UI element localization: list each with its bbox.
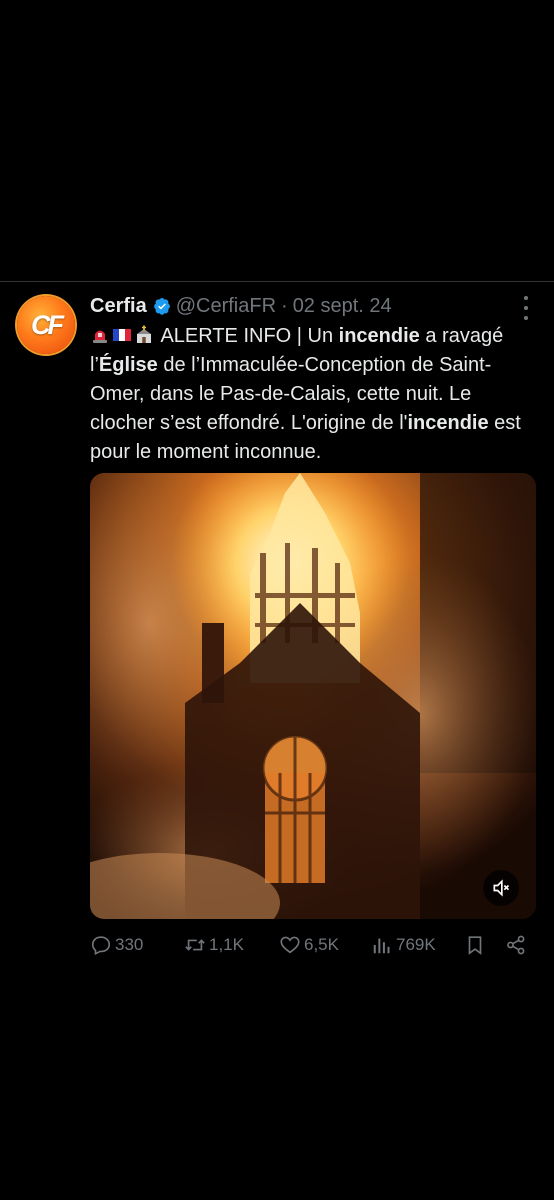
avatar[interactable]: CF: [17, 296, 75, 354]
repost-icon: [185, 939, 205, 951]
reply-button[interactable]: 330: [90, 932, 143, 958]
tweet-date[interactable]: 02 sept. 24: [293, 295, 392, 318]
share-button[interactable]: [505, 932, 527, 958]
reply-count: 330: [115, 935, 144, 954]
burning-church-image: [90, 473, 536, 919]
view-count: 769K: [396, 935, 436, 954]
share-icon: [507, 935, 525, 955]
user-handle[interactable]: @CerfiaFR: [176, 295, 276, 318]
bookmark-icon: [468, 936, 482, 955]
repost-count: 1,1K: [209, 935, 244, 954]
tweet-text-keyword-1[interactable]: incendie: [339, 325, 420, 347]
mute-button[interactable]: [483, 870, 519, 906]
muted-speaker-icon: [493, 879, 510, 897]
like-button[interactable]: 6,5K: [279, 932, 339, 958]
tweet-text: ALERTE INFO | Un incendie a ravagé l’Égl…: [90, 322, 540, 467]
verified-badge-icon: [153, 297, 170, 315]
tweet-header: Cerfia @CerfiaFR · 02 sept. 24: [90, 293, 392, 319]
rotating-light-icon: [93, 330, 107, 343]
header-separator: ·: [281, 294, 288, 317]
views-button[interactable]: 769K: [371, 932, 436, 958]
church-icon: [137, 325, 151, 343]
top-divider: [0, 281, 554, 282]
france-flag-icon: [113, 329, 131, 341]
tweet-text-keyword-3[interactable]: incendie: [407, 412, 488, 434]
repost-button[interactable]: 1,1K: [184, 932, 244, 958]
more-options-icon[interactable]: [515, 296, 537, 320]
bookmark-button[interactable]: [464, 932, 486, 958]
avatar-logo-text: CF: [31, 309, 64, 340]
reply-icon: [91, 936, 111, 956]
video-player[interactable]: [90, 473, 536, 919]
like-count: 6,5K: [304, 935, 339, 954]
analytics-icon: [373, 938, 390, 954]
display-name[interactable]: Cerfia: [90, 295, 147, 318]
tweet-text-alert: ALERTE INFO | Un: [160, 325, 339, 347]
heart-icon: [280, 936, 300, 954]
tweet-text-keyword-2[interactable]: Église: [99, 354, 158, 376]
